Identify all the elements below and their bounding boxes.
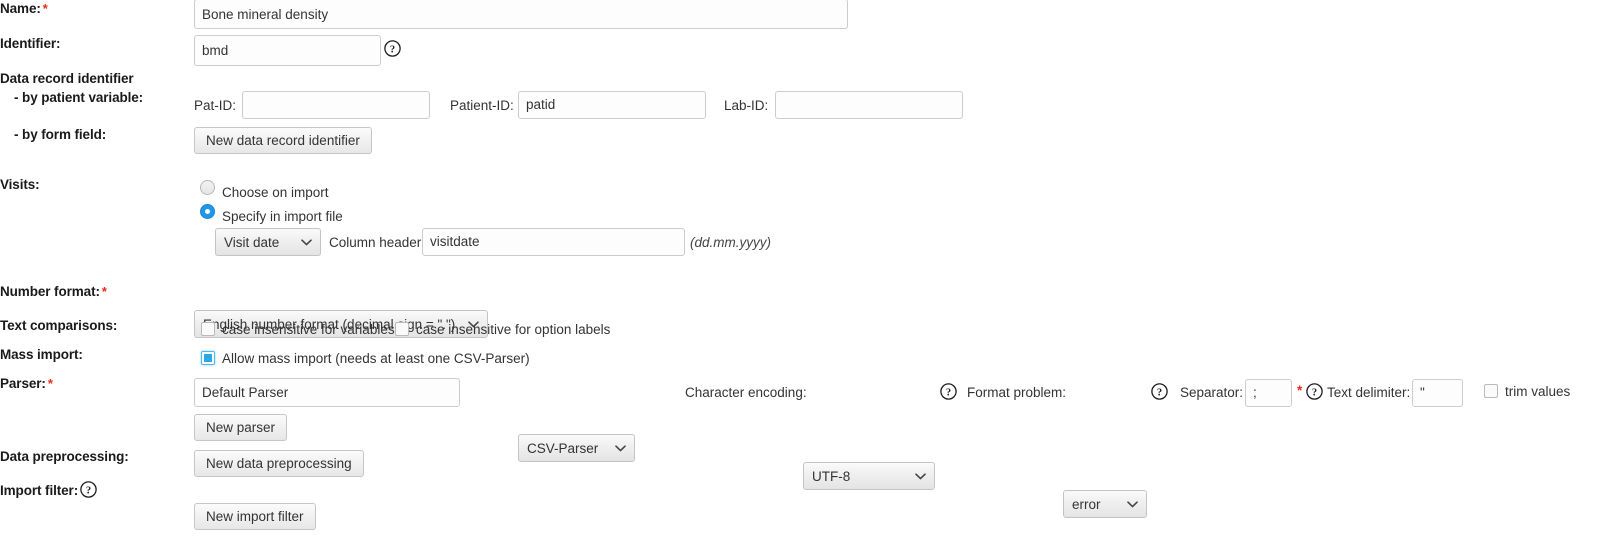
checkbox-allow-mass-import-label[interactable]: Allow mass import (needs at least one CS…	[222, 351, 530, 366]
separator-required-marker: *	[1297, 383, 1303, 398]
checkbox-allow-mass-import[interactable]	[201, 351, 215, 365]
svg-text:?: ?	[1157, 387, 1162, 398]
patient-id-label: Patient-ID:	[450, 98, 514, 113]
number-format-label: Number format: *	[0, 284, 107, 299]
text-comparisons-label: Text comparisons:	[0, 318, 118, 333]
svg-text:?: ?	[1312, 387, 1317, 398]
import-filter-label: Import filter:	[0, 483, 78, 498]
parser-required-marker: *	[47, 376, 53, 391]
new-import-filter-button[interactable]: New import filter	[194, 503, 316, 530]
character-encoding-select[interactable]: UTF-8	[803, 462, 935, 490]
new-parser-button[interactable]: New parser	[194, 414, 288, 441]
svg-text:?: ?	[86, 485, 91, 496]
parser-type-select-value: CSV-Parser	[527, 440, 599, 456]
help-circle-icon[interactable]: ?	[80, 481, 97, 498]
visits-label: Visits:	[0, 177, 40, 192]
number-format-label-text: Number format:	[0, 284, 100, 299]
name-required-marker: *	[42, 1, 48, 16]
format-problem-select-value: error	[1072, 496, 1101, 512]
checkbox-case-insensitive-option-labels-label[interactable]: case insensitive for option labels	[416, 322, 610, 337]
svg-text:?: ?	[390, 44, 395, 55]
visits-radio-specify-in-import-file[interactable]	[200, 204, 215, 219]
pat-id-label: Pat-ID:	[194, 98, 237, 113]
chevron-down-icon	[1117, 500, 1138, 508]
new-data-preprocessing-button[interactable]: New data preprocessing	[194, 450, 364, 477]
mass-import-label: Mass import:	[0, 347, 83, 362]
character-encoding-select-value: UTF-8	[812, 468, 851, 484]
parser-type-select[interactable]: CSV-Parser	[518, 434, 635, 462]
column-header-input[interactable]	[422, 228, 685, 256]
chevron-down-icon	[291, 238, 312, 246]
new-data-record-identifier-button[interactable]: New data record identifier	[194, 127, 372, 154]
import-filter-label-text: Import filter:	[0, 483, 79, 498]
data-preprocessing-label: Data preprocessing:	[0, 449, 129, 464]
name-label-text: Name:	[0, 1, 41, 16]
pat-id-input[interactable]	[242, 91, 430, 119]
by-form-field-label: - by form field:	[14, 127, 107, 142]
format-problem-select[interactable]: error	[1063, 490, 1147, 518]
checkbox-case-insensitive-option-labels[interactable]	[395, 322, 409, 336]
parser-label: Parser: *	[0, 376, 53, 391]
separator-input[interactable]	[1245, 379, 1292, 407]
column-header-label: Column header:	[329, 235, 426, 250]
lab-id-label: Lab-ID:	[724, 98, 769, 113]
parser-name-input[interactable]	[194, 378, 460, 407]
checkbox-case-insensitive-variables[interactable]	[201, 322, 215, 336]
number-format-required-marker: *	[101, 284, 107, 299]
name-input[interactable]	[194, 0, 848, 29]
help-circle-icon[interactable]: ?	[384, 40, 401, 57]
checkbox-trim-values-label[interactable]: trim values	[1505, 384, 1570, 399]
parser-label-text: Parser:	[0, 376, 46, 391]
text-delimiter-input[interactable]	[1412, 379, 1463, 407]
data-record-identifier-label: Data record identifier	[0, 71, 134, 86]
svg-text:?: ?	[946, 387, 951, 398]
format-problem-label: Format problem:	[967, 385, 1067, 400]
name-label: Name: *	[0, 1, 48, 16]
import-settings-form: Name:* Identifier: ? Data record identif…	[0, 0, 1610, 547]
separator-label: Separator:	[1180, 385, 1244, 400]
visits-radio-choose-on-import[interactable]	[200, 180, 215, 195]
chevron-down-icon	[905, 472, 926, 480]
identifier-label: Identifier:	[0, 36, 61, 51]
text-delimiter-label: Text delimiter:	[1327, 385, 1411, 400]
visits-radio-specify-in-import-file-label[interactable]: Specify in import file	[222, 209, 343, 224]
visit-date-format-hint: (dd.mm.yyyy)	[690, 235, 771, 250]
checkbox-trim-values[interactable]	[1484, 384, 1498, 398]
identifier-input[interactable]	[194, 35, 381, 66]
help-circle-icon[interactable]: ?	[1306, 383, 1323, 400]
lab-id-input[interactable]	[775, 91, 963, 119]
help-circle-icon[interactable]: ?	[1151, 383, 1168, 400]
character-encoding-label: Character encoding:	[685, 385, 807, 400]
visit-type-select[interactable]: Visit date	[215, 228, 321, 256]
visit-type-select-value: Visit date	[224, 234, 280, 250]
visits-radio-choose-on-import-label[interactable]: Choose on import	[222, 185, 329, 200]
help-circle-icon[interactable]: ?	[940, 383, 957, 400]
chevron-down-icon	[605, 444, 626, 452]
patient-id-input[interactable]	[518, 91, 706, 119]
by-patient-variable-label: - by patient variable:	[14, 90, 144, 105]
checkbox-case-insensitive-variables-label[interactable]: case insensitive for variables	[222, 322, 395, 337]
